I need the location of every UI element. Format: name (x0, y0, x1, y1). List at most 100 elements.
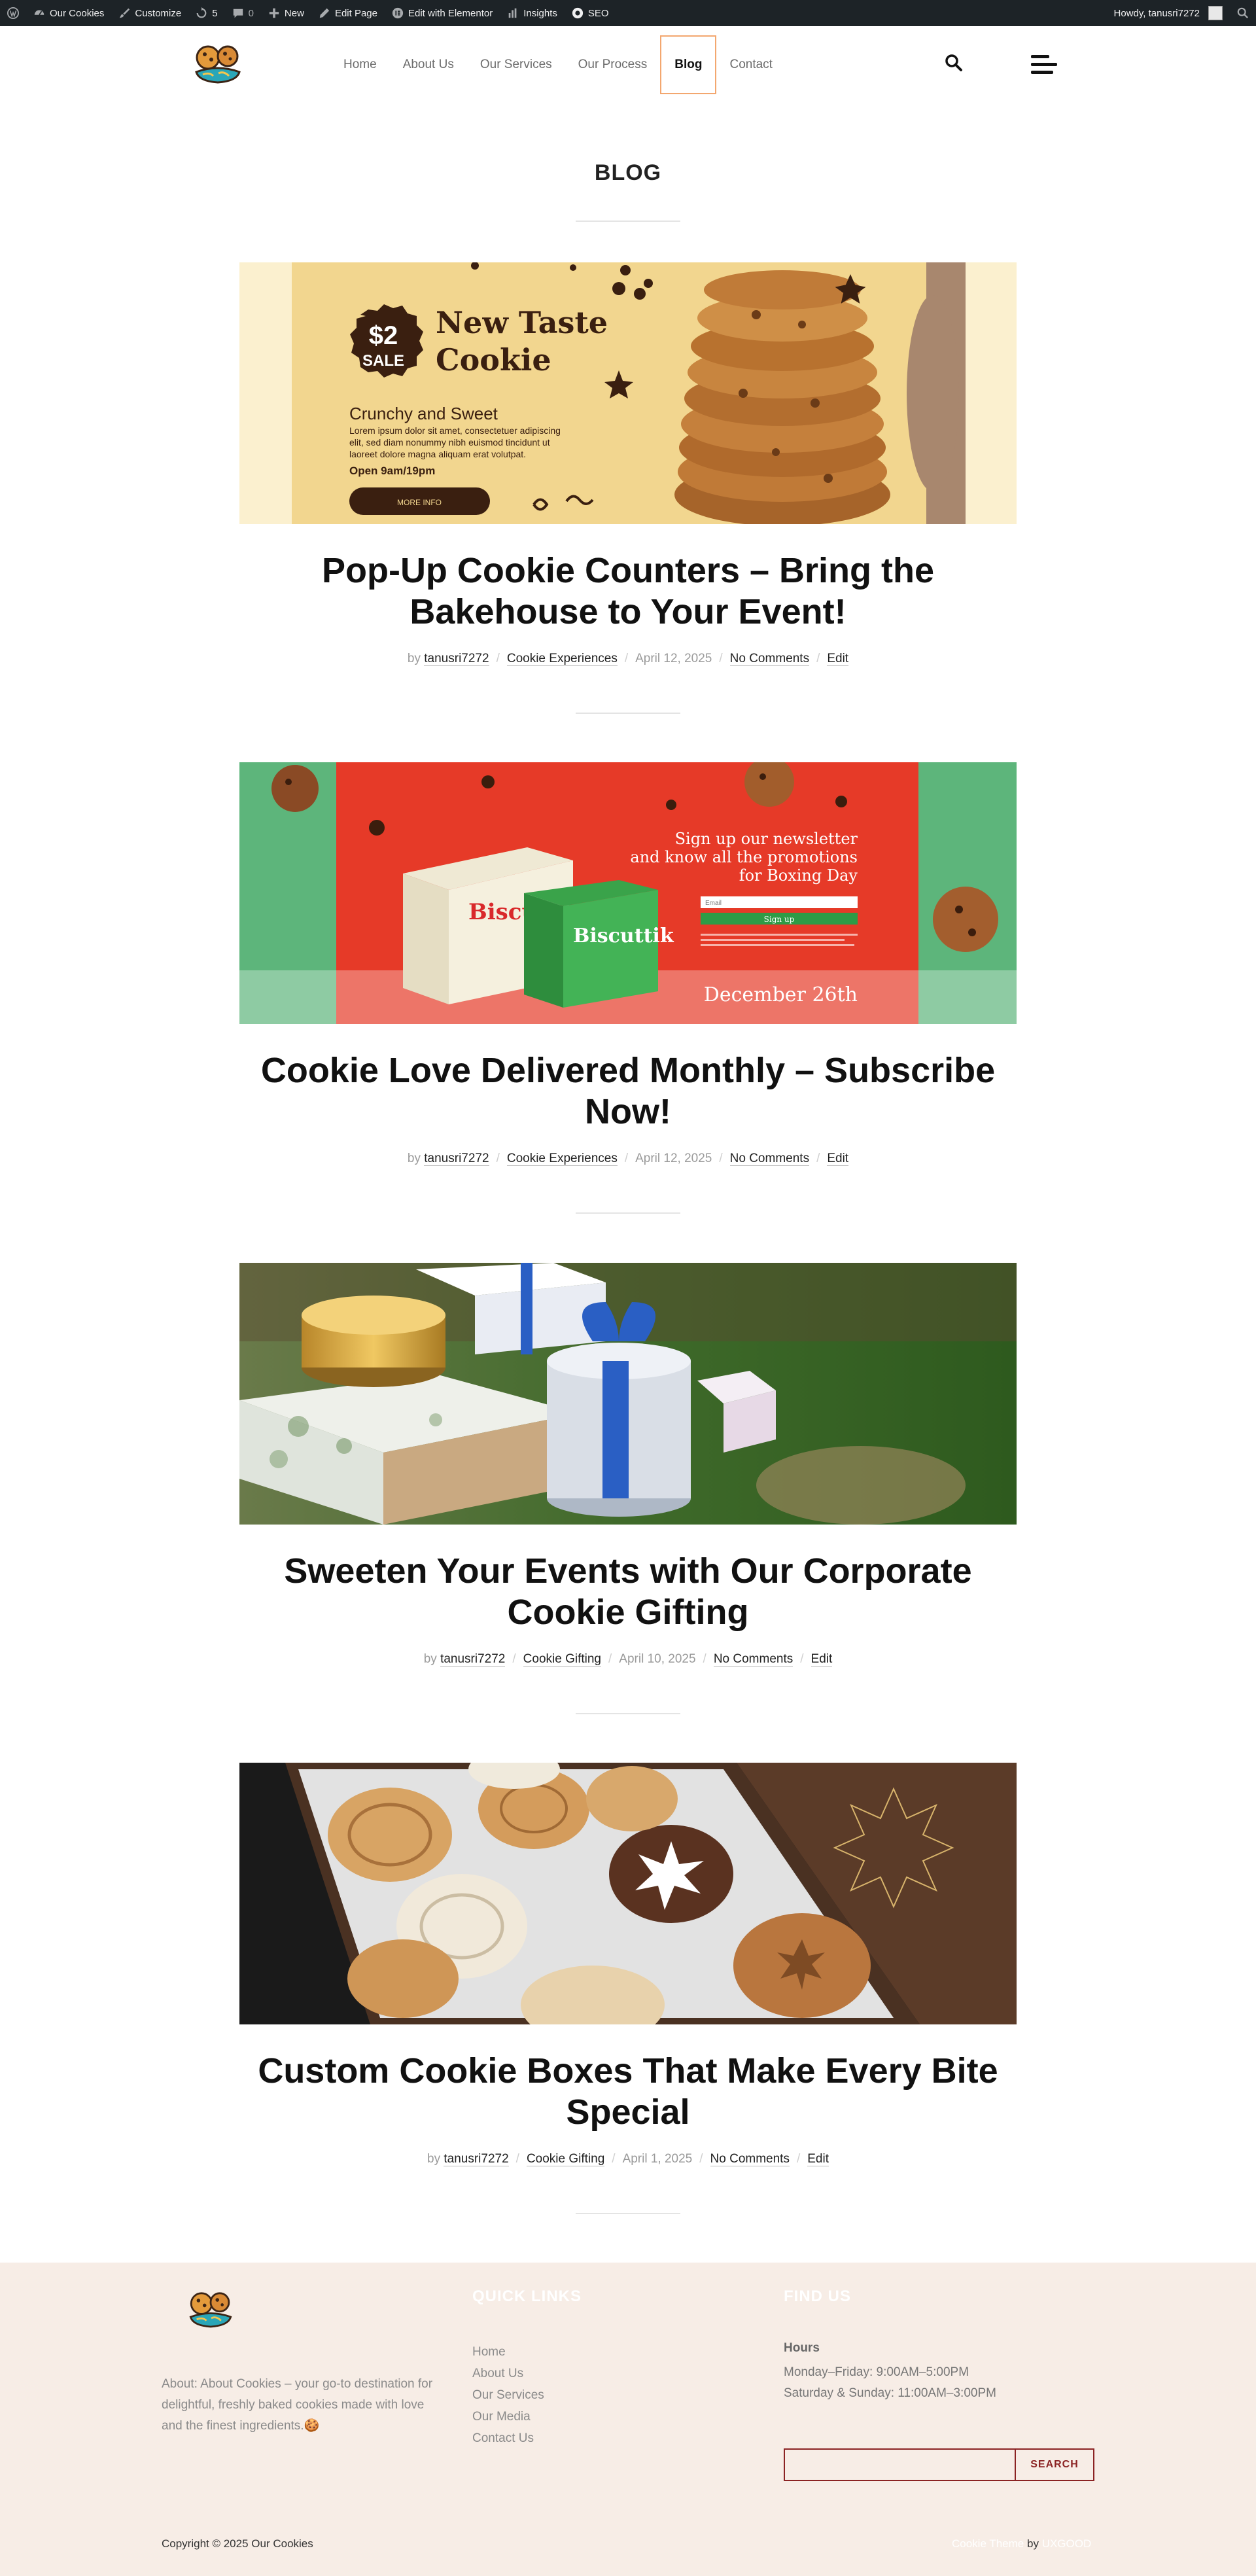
footer-link-our-services[interactable]: Our Services (472, 2384, 544, 2406)
post-category-link[interactable]: Cookie Gifting (526, 2152, 605, 2166)
site-header: Home About Us Our Services Our Process B… (0, 26, 1256, 105)
new-content-menu[interactable]: New (261, 0, 311, 26)
edit-elementor-link[interactable]: Edit with Elementor (385, 0, 500, 26)
post-author-link[interactable]: tanusri7272 (440, 1652, 506, 1667)
post-edit-link[interactable]: Edit (827, 652, 849, 666)
svg-text:MORE INFO: MORE INFO (397, 498, 442, 507)
meta-by: by (407, 652, 421, 665)
bar-chart-icon (508, 8, 517, 18)
comments-link[interactable]: 0 (225, 0, 261, 26)
post-divider (576, 2213, 680, 2214)
post-thumbnail-new-taste-cookie[interactable]: $2 SALE New Taste Cookie Crunchy and Swe… (239, 262, 1017, 524)
svg-text:New Taste: New Taste (436, 305, 608, 340)
svg-text:December 26th: December 26th (704, 983, 858, 1006)
post-edit-link[interactable]: Edit (811, 1652, 833, 1667)
dashboard-icon (34, 10, 44, 16)
post-divider (576, 1713, 680, 1714)
seo-link[interactable]: SEO (565, 0, 616, 26)
svg-text:and know all the promotions: and know all the promotions (630, 848, 858, 866)
site-logo[interactable] (190, 41, 246, 86)
footer-link-about-us[interactable]: About Us (472, 2363, 544, 2384)
svg-text:Lorem ipsum dolor sit amet, co: Lorem ipsum dolor sit amet, consectetuer… (349, 425, 561, 436)
footer-link-contact-us[interactable]: Contact Us (472, 2427, 544, 2449)
post-title[interactable]: Pop-Up Cookie Counters – Bring the Bakeh… (239, 550, 1017, 633)
post-thumbnail-newsletter[interactable]: Biscuttik Biscuttik Sign up our newslett… (239, 762, 1017, 1024)
quick-links-heading: QUICK LINKS (472, 2287, 582, 2305)
account-menu[interactable]: Howdy, tanusri7272 (1107, 0, 1230, 26)
seo-label: SEO (587, 7, 609, 19)
post-edit-link[interactable]: Edit (807, 2152, 829, 2166)
post-date: April 12, 2025 (635, 652, 712, 665)
edit-page-label: Edit Page (334, 7, 377, 19)
post-category-link[interactable]: Cookie Gifting (523, 1652, 601, 1667)
post-comments-link[interactable]: No Comments (729, 652, 810, 666)
insights-label: Insights (523, 7, 557, 19)
hamburger-menu-icon[interactable] (1031, 55, 1057, 77)
howdy-label: Howdy, tanusri7272 (1113, 7, 1200, 19)
svg-text:$2: $2 (369, 321, 398, 350)
find-us-heading: FIND US (784, 2287, 851, 2305)
edit-page-link[interactable]: Edit Page (311, 0, 385, 26)
seo-icon (572, 7, 584, 19)
post-meta: by tanusri7272/Cookie Experiences / April … (407, 1152, 849, 1166)
customize-link[interactable]: Customize (111, 0, 188, 26)
svg-text:Biscuttik: Biscuttik (573, 925, 674, 947)
insights-link[interactable]: Insights (500, 0, 565, 26)
new-label: New (284, 7, 304, 19)
post-meta: by tanusri7272/Cookie Gifting / April 10, … (423, 1652, 833, 1667)
footer-link-our-media[interactable]: Our Media (472, 2406, 544, 2427)
footer-logo[interactable] (184, 2287, 237, 2331)
copyright-text: Copyright © 2025 Our Cookies (162, 2537, 313, 2550)
avatar (1208, 6, 1223, 20)
nav-our-process[interactable]: Our Process (565, 35, 661, 94)
post-comments-link[interactable]: No Comments (713, 1652, 794, 1667)
nav-blog[interactable]: Blog (660, 35, 717, 94)
footer-link-home[interactable]: Home (472, 2341, 544, 2363)
pencil-icon (319, 8, 330, 18)
post-divider (576, 713, 680, 714)
svg-text:elit, sed diam nonummy nibh eu: elit, sed diam nonummy nibh euismod tinc… (349, 437, 550, 448)
footer-search-input[interactable] (785, 2450, 1015, 2480)
updates-link[interactable]: 5 (188, 0, 224, 26)
site-name-menu[interactable]: Our Cookies (26, 0, 111, 26)
post-category-link[interactable]: Cookie Experiences (506, 1152, 618, 1166)
nav-our-services[interactable]: Our Services (467, 35, 565, 94)
post-title[interactable]: Custom Cookie Boxes That Make Every Bite… (239, 2051, 1017, 2133)
post-title[interactable]: Sweeten Your Events with Our Corporate C… (239, 1551, 1017, 1633)
nav-contact[interactable]: Contact (716, 35, 785, 94)
plus-icon (269, 8, 279, 18)
post-author-link[interactable]: tanusri7272 (424, 1152, 489, 1166)
post-comments-link[interactable]: No Comments (729, 1152, 810, 1166)
post-date: April 10, 2025 (619, 1652, 696, 1666)
wordpress-logo-menu[interactable] (0, 0, 26, 26)
nav-home[interactable]: Home (330, 35, 390, 94)
nav-about-us[interactable]: About Us (390, 35, 467, 94)
meta-by: by (407, 1152, 421, 1165)
post-thumbnail-cookie-box[interactable] (239, 1763, 1017, 2024)
post-meta: by tanusri7272/Cookie Experiences / April … (407, 652, 849, 666)
post-title[interactable]: Cookie Love Delivered Monthly – Subscrib… (239, 1050, 1017, 1133)
header-search-icon[interactable] (945, 54, 963, 72)
post-author-link[interactable]: tanusri7272 (424, 652, 489, 666)
admin-search[interactable] (1230, 0, 1256, 26)
updates-count: 5 (212, 7, 218, 19)
theme-credit-link[interactable]: UXGOOD (1042, 2537, 1092, 2550)
comment-icon (233, 9, 243, 18)
post-edit-link[interactable]: Edit (827, 1152, 849, 1166)
meta-by: by (423, 1652, 437, 1666)
customize-label: Customize (135, 7, 182, 19)
post-category-link[interactable]: Cookie Experiences (506, 652, 618, 666)
post-thumbnail-corporate-gifting[interactable] (239, 1263, 1017, 1525)
site-footer: About: About Cookies – your go-to destin… (0, 2263, 1256, 2576)
elementor-icon (392, 7, 404, 19)
post-comments-link[interactable]: No Comments (710, 2152, 790, 2166)
post-author-link[interactable]: tanusri7272 (444, 2152, 509, 2166)
updates-icon (196, 7, 207, 18)
svg-text:Cookie: Cookie (436, 342, 551, 378)
opening-hours: Monday–Friday: 9:00AM–5:00PM Saturday & … (784, 2362, 996, 2404)
theme-credit-prefix: Cookie Theme (952, 2537, 1024, 2550)
svg-text:for Boxing Day: for Boxing Day (739, 866, 858, 885)
cookie-stack-illustration (674, 270, 890, 524)
theme-credit-by: by (1026, 2537, 1039, 2550)
footer-search-button[interactable]: SEARCH (1015, 2450, 1093, 2480)
